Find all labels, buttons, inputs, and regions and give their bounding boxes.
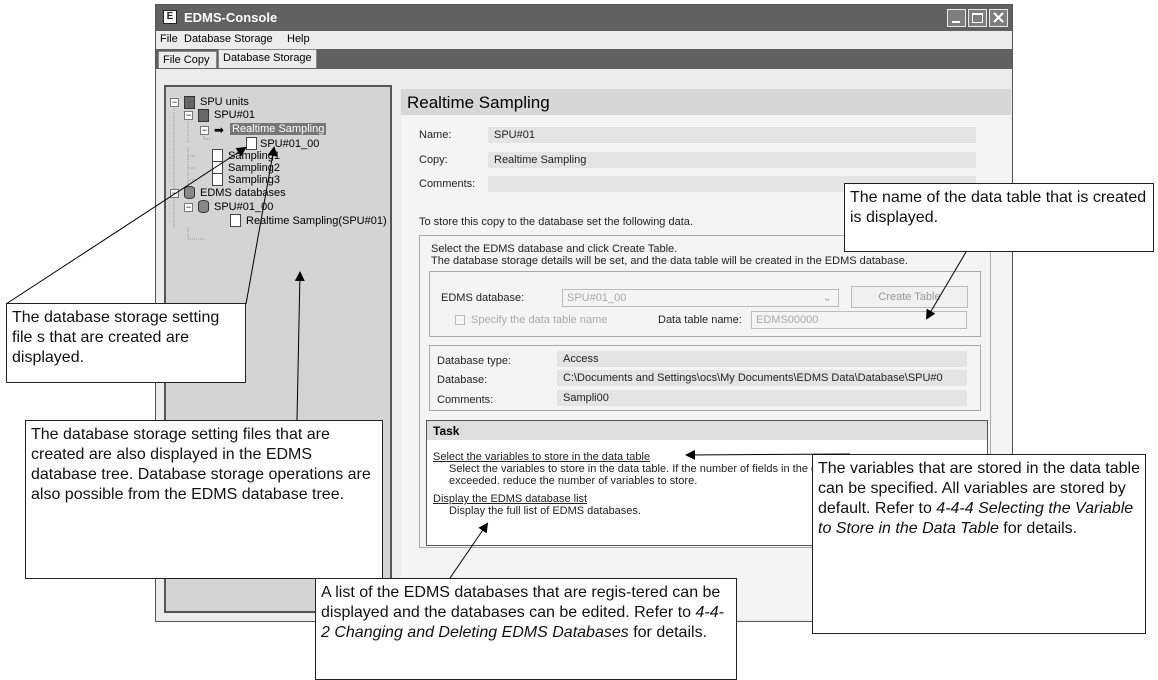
annotation-arrows <box>5 146 967 579</box>
